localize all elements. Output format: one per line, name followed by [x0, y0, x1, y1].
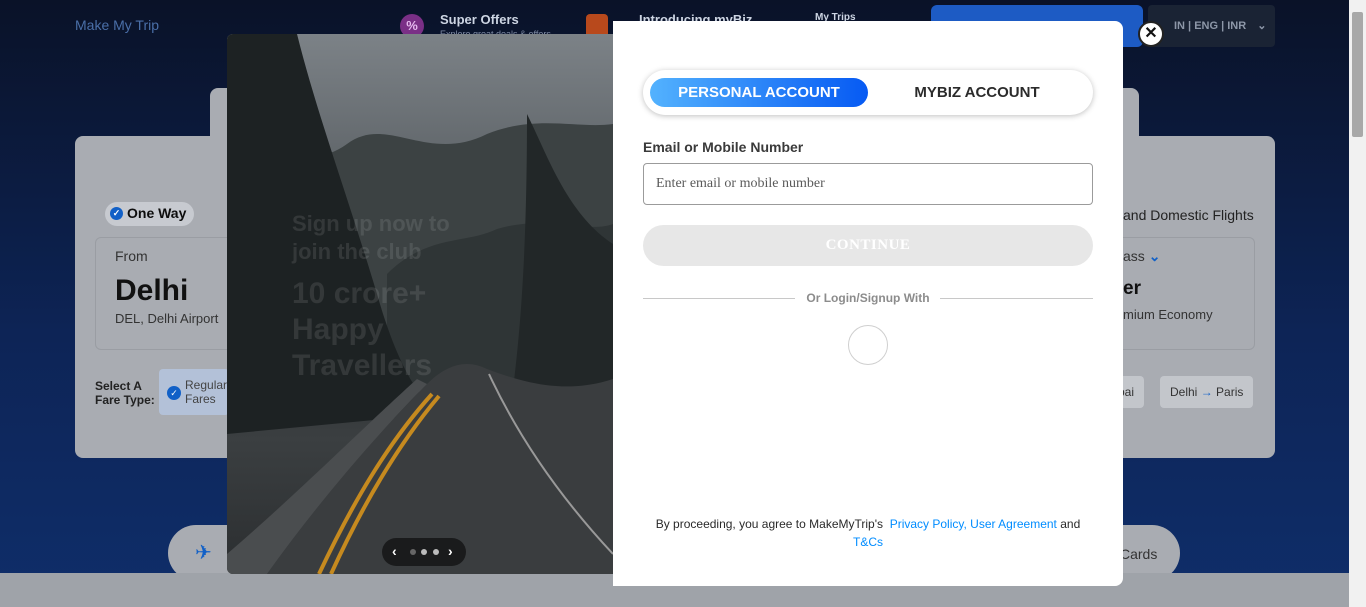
- promo-text: Sign up now to join the club 10 crore+ Hap…: [292, 210, 450, 384]
- from-airport: DEL, Delhi Airport: [115, 311, 219, 326]
- chevron-right-icon[interactable]: ›: [448, 543, 453, 559]
- promo-line1b: join the club: [292, 239, 422, 264]
- traveller-value: er: [1123, 278, 1141, 299]
- page-scrollbar[interactable]: [1349, 0, 1366, 607]
- intl-domestic-label: and Domestic Flights: [1123, 207, 1254, 223]
- from-city[interactable]: Delhi: [115, 274, 188, 308]
- recent-route-chip[interactable]: Delhi → Paris: [1160, 376, 1254, 408]
- carousel-controls: ‹ ›: [382, 538, 466, 566]
- close-modal-button[interactable]: ✕: [1138, 21, 1164, 47]
- privacy-policy-link[interactable]: Privacy Policy,: [890, 517, 967, 531]
- arrow-right-icon: →: [1200, 385, 1217, 399]
- regular-fare-option[interactable]: RegularFares: [159, 369, 229, 415]
- carousel-dot[interactable]: [410, 549, 416, 555]
- one-way-radio[interactable]: One Way: [105, 202, 195, 226]
- promo-line1: Sign up now to: [292, 211, 450, 236]
- social-login-divider: Or Login/Signup With: [806, 291, 930, 305]
- locale-text: IN | ENG | INR: [1174, 20, 1247, 32]
- travel-class-label-text: ass: [1123, 248, 1145, 264]
- social-login-button[interactable]: [848, 325, 888, 365]
- terms-text: By proceeding, you agree to MakeMyTrip's…: [643, 515, 1093, 551]
- close-icon: ✕: [1144, 25, 1158, 42]
- locale-selector[interactable]: IN | ENG | INR ⌄: [1148, 5, 1275, 47]
- travel-class-label[interactable]: ass ⌄: [1123, 248, 1160, 265]
- promo-line2c: Travellers: [292, 349, 433, 382]
- tnc-link[interactable]: T&Cs: [853, 535, 883, 549]
- globe-plane-icon: ✈: [195, 542, 212, 564]
- user-agreement-link[interactable]: User Agreement: [970, 517, 1057, 531]
- carousel-dot[interactable]: [421, 549, 427, 555]
- chevron-down-icon: ⌄: [1148, 248, 1161, 264]
- continue-button[interactable]: CONTINUE: [643, 225, 1093, 266]
- carousel-dot[interactable]: [433, 549, 439, 555]
- scrollbar-thumb[interactable]: [1352, 12, 1363, 137]
- promo-image-panel: Sign up now to join the club 10 crore+ Hap…: [227, 34, 613, 574]
- tab-personal-account[interactable]: PERSONAL ACCOUNT: [650, 78, 868, 107]
- terms-prefix: By proceeding, you agree to MakeMyTrip's: [655, 517, 884, 531]
- chevron-down-icon: ⌄: [1257, 20, 1267, 32]
- account-type-toggle: PERSONAL ACCOUNT MYBIZ ACCOUNT: [643, 70, 1093, 115]
- from-label: From: [115, 248, 148, 264]
- cards-text[interactable]: Cards: [1120, 546, 1157, 562]
- route-from: Delhi: [1170, 385, 1198, 399]
- site-logo[interactable]: Make My Trip: [75, 17, 159, 33]
- fare-type-label: Select A Fare Type:: [95, 379, 155, 407]
- travel-class-value: mium Economy: [1123, 307, 1213, 322]
- email-field[interactable]: [643, 163, 1093, 205]
- promo-line2b: Happy: [292, 313, 384, 346]
- email-field-label: Email or Mobile Number: [643, 139, 804, 155]
- tab-mybiz-account[interactable]: MYBIZ ACCOUNT: [877, 78, 1077, 107]
- terms-and: and: [1060, 517, 1081, 531]
- promo-line2: 10 crore+: [292, 277, 427, 310]
- super-offers-title: Super Offers: [440, 12, 519, 27]
- chevron-left-icon[interactable]: ‹: [392, 543, 397, 559]
- route-to: Paris: [1216, 385, 1244, 399]
